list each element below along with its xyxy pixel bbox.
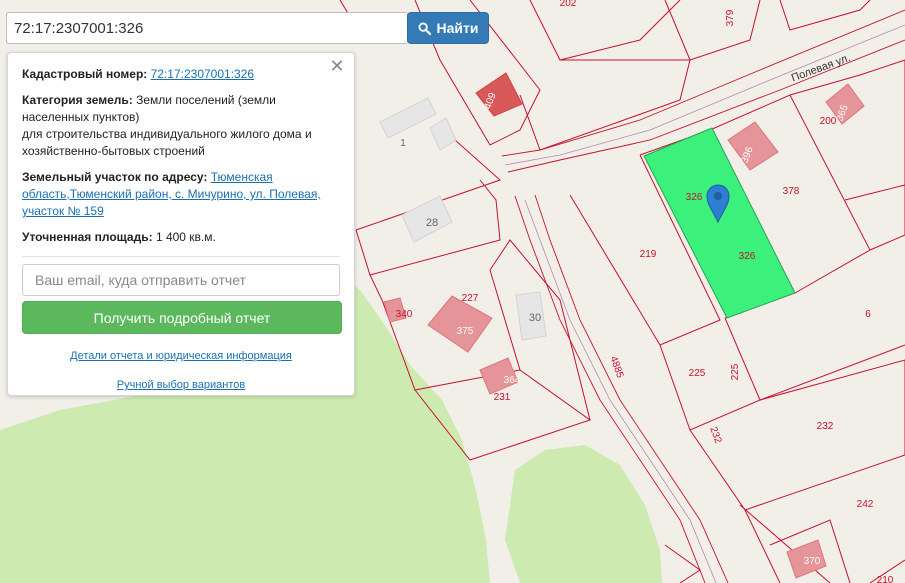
email-field[interactable]	[22, 264, 340, 296]
parcel-info-panel: ✕ Кадастровый номер: 72:17:2307001:326 К…	[7, 52, 355, 396]
parcel-label: 225	[730, 363, 741, 380]
search-button-label: Найти	[436, 20, 479, 36]
parcel-label: 364	[504, 375, 521, 386]
parcel-label: 326	[739, 251, 756, 262]
cadastral-row: Кадастровый номер: 72:17:2307001:326	[22, 66, 340, 83]
area-row: Уточненная площадь: 1 400 кв.м.	[22, 229, 340, 246]
parcel-label: 379	[725, 9, 736, 26]
cadastral-number-link[interactable]: 72:17:2307001:326	[151, 67, 254, 81]
search-input[interactable]	[6, 12, 408, 44]
parcel-label: 231	[494, 392, 511, 403]
area-value: 1 400 кв.м.	[155, 230, 216, 244]
get-report-button[interactable]: Получить подробный отчет	[22, 301, 342, 334]
details-link[interactable]: Детали отчета и юридическая информация	[70, 350, 292, 362]
parcel-label: 6	[865, 309, 871, 320]
close-icon[interactable]: ✕	[328, 57, 346, 75]
parcel-label: 225	[689, 368, 706, 379]
parcel-label: 232	[817, 421, 834, 432]
parcel-label: 227	[462, 293, 479, 304]
parcel-label: 378	[783, 186, 800, 197]
parcel-label: 1	[400, 138, 406, 149]
parcel-label: 28	[426, 217, 438, 229]
category-row: Категория земель: Земли поселений (земли…	[22, 92, 340, 160]
address-label: Земельный участок по адресу:	[22, 170, 208, 184]
parcel-label: 370	[804, 556, 821, 567]
purpose-value: для строительства индивидуального жилого…	[22, 127, 312, 158]
parcel-label: 210	[877, 575, 894, 583]
search-icon	[417, 21, 431, 35]
parcel-label: 375	[457, 326, 474, 337]
parcel-label: 202	[560, 0, 577, 9]
parcel-label: 30	[529, 312, 541, 324]
parcel-label: 219	[640, 249, 657, 260]
parcel-label: 242	[857, 499, 874, 510]
cadastral-label: Кадастровый номер:	[22, 67, 148, 81]
manual-selection-link[interactable]: Ручной выбор вариантов	[117, 379, 245, 391]
category-label: Категория земель:	[22, 93, 133, 107]
parcel-label: 340	[396, 309, 413, 320]
parcel-label: 326	[686, 192, 703, 203]
area-label: Уточненная площадь:	[22, 230, 153, 244]
divider	[22, 256, 340, 257]
address-row: Земельный участок по адресу: Тюменская о…	[22, 169, 340, 220]
search-button[interactable]: Найти	[407, 12, 489, 44]
